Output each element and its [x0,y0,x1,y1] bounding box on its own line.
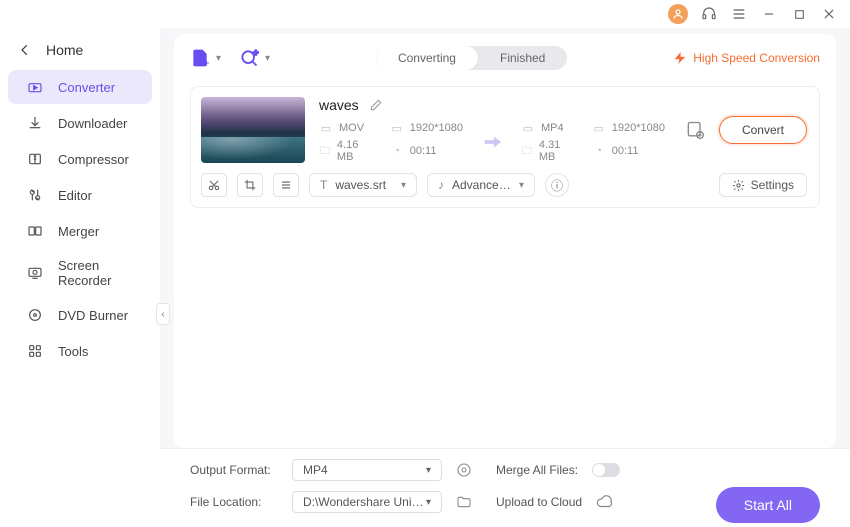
merger-icon [26,222,44,240]
audio-dropdown[interactable]: ♪ Advanced Audi... ▾ [427,173,535,197]
maximize-button[interactable] [790,5,808,23]
file-location-dropdown[interactable]: D:\Wondershare UniConverter 1 ▾ [292,491,442,513]
headset-icon[interactable] [700,5,718,23]
nav-label: Downloader [58,116,127,131]
tab-switch: Converting Finished [376,46,567,70]
home-label: Home [46,42,83,58]
chevron-down-icon: ▾ [426,497,431,508]
sidebar-item-dvd-burner[interactable]: DVD Burner [8,298,152,332]
upload-cloud-label: Upload to Cloud [496,495,582,509]
tools-icon [26,342,44,360]
merge-toggle[interactable] [592,463,620,477]
sidebar-item-screen-recorder[interactable]: Screen Recorder [8,250,152,296]
video-icon: ▭ [521,121,535,135]
nav-label: Tools [58,344,88,359]
converter-icon [26,78,44,96]
footer: Output Format: MP4 ▾ Merge All Files: Fi… [160,448,850,527]
add-file-button[interactable]: + ▾ [190,48,221,68]
nav-label: Converter [58,80,115,95]
start-all-button[interactable]: Start All [716,487,820,523]
tab-converting[interactable]: Converting [376,46,478,70]
folder-icon: 🗀 [319,144,331,158]
chevron-down-icon: ▾ [401,180,406,191]
minimize-button[interactable] [760,5,778,23]
trim-button[interactable] [201,173,227,197]
add-url-button[interactable]: + ▾ [239,48,270,68]
chevron-down-icon: ▾ [216,53,221,64]
high-speed-conversion-button[interactable]: High Speed Conversion [673,51,820,65]
target-meta: ▭MP4 ▭1920*1080 🗀4.31 MB ◔00:11 [521,121,665,163]
file-title: waves [319,97,359,113]
nav-label: Merger [58,224,99,239]
chevron-down-icon: ▾ [519,180,524,191]
sidebar-item-tools[interactable]: Tools [8,334,152,368]
folder-icon: 🗀 [521,144,533,158]
chevron-down-icon: ▾ [265,53,270,64]
lightning-icon [673,51,687,65]
arrow-right-icon [481,131,503,153]
sidebar-item-downloader[interactable]: Downloader [8,106,152,140]
editor-icon [26,186,44,204]
nav-label: Screen Recorder [58,258,134,288]
info-button[interactable]: ⓘ [545,173,569,197]
svg-text:+: + [253,48,258,58]
screen-recorder-icon [26,264,44,282]
compressor-icon [26,150,44,168]
home-button[interactable]: Home [0,34,160,66]
clock-icon: ◔ [390,144,404,158]
panel: + ▾ + ▾ Converting Finished High Speed C… [174,34,836,448]
nav-label: Editor [58,188,92,203]
video-icon: ▭ [319,121,333,135]
output-format-label: Output Format: [190,463,278,477]
svg-text:+: + [203,58,209,68]
sidebar-item-converter[interactable]: Converter [8,70,152,104]
convert-button[interactable]: Convert [719,116,807,144]
cloud-icon[interactable] [596,493,614,511]
effects-button[interactable] [273,173,299,197]
tab-finished[interactable]: Finished [478,46,567,70]
settings-button[interactable]: Settings [719,173,807,197]
subtitle-dropdown[interactable]: T waves.srt ▾ [309,173,417,197]
merge-label: Merge All Files: [496,463,578,477]
source-meta: ▭MOV ▭1920*1080 🗀4.16 MB ◔00:11 [319,121,463,163]
clock-icon: ◔ [592,144,606,158]
main: + ▾ + ▾ Converting Finished High Speed C… [160,28,850,527]
open-folder-icon[interactable] [456,494,472,510]
chevron-left-icon [18,43,32,57]
sidebar-collapse-handle[interactable]: ‹ [156,303,170,325]
resolution-icon: ▭ [390,121,404,135]
edit-icon[interactable] [369,98,383,112]
sidebar-item-editor[interactable]: Editor [8,178,152,212]
gear-icon [732,179,745,192]
titlebar [0,0,850,28]
file-location-label: File Location: [190,495,278,509]
panel-header: + ▾ + ▾ Converting Finished High Speed C… [174,34,836,78]
close-button[interactable] [820,5,838,23]
output-settings-icon[interactable] [685,120,705,140]
file-meta: waves ▭MOV ▭1920*1080 🗀4.16 MB ◔00:11 [319,97,665,163]
file-card: waves ▭MOV ▭1920*1080 🗀4.16 MB ◔00:11 [190,86,820,208]
output-format-dropdown[interactable]: MP4 ▾ [292,459,442,481]
resolution-icon: ▭ [592,121,606,135]
file-thumbnail[interactable] [201,97,305,163]
user-avatar[interactable] [668,4,688,24]
sidebar: Home Converter Downloader Compressor Edi… [0,28,160,527]
high-speed-label: High Speed Conversion [693,51,820,65]
nav-label: Compressor [58,152,129,167]
audio-icon: ♪ [438,178,444,192]
dvd-burner-icon [26,306,44,324]
nav-label: DVD Burner [58,308,128,323]
add-url-icon: + [239,48,259,68]
hamburger-menu-icon[interactable] [730,5,748,23]
subtitle-label: T [320,178,327,192]
chevron-down-icon: ▾ [426,465,431,476]
downloader-icon [26,114,44,132]
sidebar-item-merger[interactable]: Merger [8,214,152,248]
crop-button[interactable] [237,173,263,197]
output-settings-gear-icon[interactable] [456,462,472,478]
sidebar-item-compressor[interactable]: Compressor [8,142,152,176]
add-file-icon: + [190,48,210,68]
